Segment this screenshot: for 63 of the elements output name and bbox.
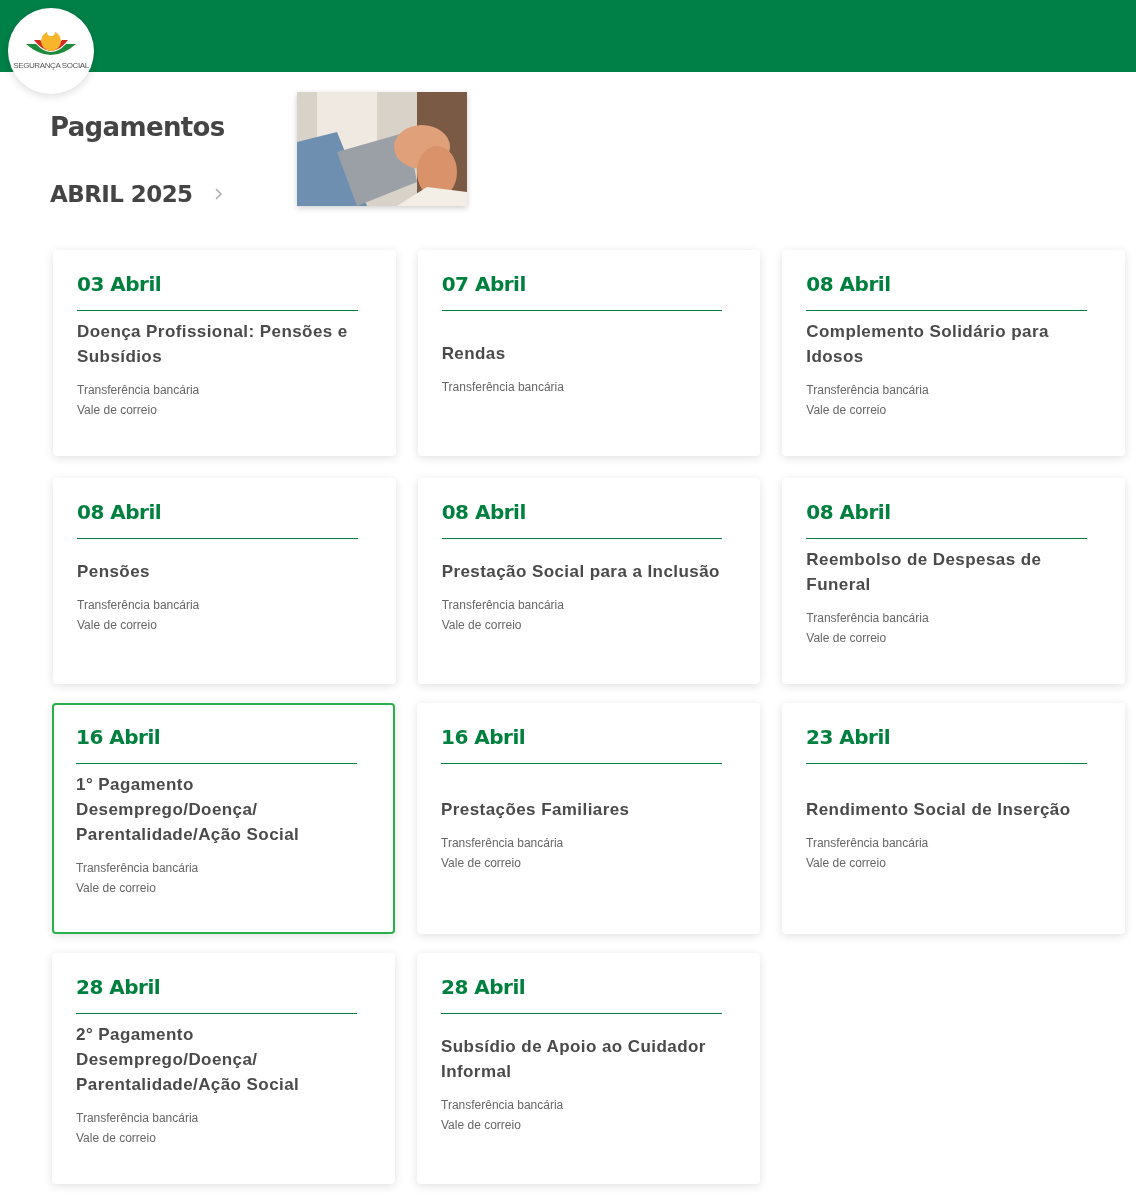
page-title: Pagamentos [50, 111, 226, 144]
payment-method: Vale de correio [806, 854, 887, 872]
payment-card[interactable]: 16 Abril Prestações Familiares Transferência bancária Vale de correio [417, 702, 760, 934]
payment-card[interactable]: 08 Abril Complemento Solidário para Idosos Transferência bancária Vale de correio [782, 249, 1125, 456]
payment-method: Transferência bancária [806, 834, 930, 852]
payment-method: Vale de correio [441, 1117, 522, 1134]
payment-method: Transferência bancária [441, 379, 565, 396]
payment-card[interactable]: 08 Abril Pensões Transferência bancária Vale de correio [53, 477, 396, 684]
payment-method: Transferência bancária [806, 609, 930, 627]
payment-method: Transferência bancária [76, 859, 200, 877]
benefit-title: 2° Pagamento [76, 1023, 195, 1046]
payment-method: Vale de correio [77, 401, 158, 419]
benefit-title: Doença Profissional: Pensões e Subsídios [77, 320, 349, 368]
payment-method: Transferência bancária [441, 597, 565, 614]
payment-date: 28 Abril [76, 973, 162, 1001]
payment-card[interactable]: 08 Abril Prestação Social para a Inclusão Transferência bancária Vale de correio [417, 477, 761, 684]
payment-card[interactable]: 07 Abril Rendas Transferência bancária [417, 249, 761, 456]
logo-text: SEGURANÇA SOCIAL [13, 60, 89, 72]
payment-method: Vale de correio [77, 617, 158, 634]
benefit-title: Rendas [441, 343, 507, 365]
benefit-title: Subsídio de Apoio ao Cuidador Informal [441, 1036, 707, 1083]
payment-date: 08 Abril [806, 270, 892, 298]
benefit-title: Reembolso de Despesas de Funeral [806, 548, 1043, 596]
benefit-title: Parentalidade/Ação Social [76, 823, 301, 846]
payment-date: 08 Abril [806, 498, 892, 526]
payment-method: Transferência bancária [76, 1109, 200, 1127]
month-label: ABRIL 2025 [50, 180, 193, 209]
benefit-title: Desemprego/Doença/ [76, 798, 259, 821]
payment-date: 16 Abril [441, 723, 527, 751]
payment-method: Vale de correio [806, 629, 888, 647]
payment-date: 08 Abril [441, 498, 527, 526]
payment-date: 08 Abril [77, 498, 163, 526]
payment-card[interactable]: 28 Abril 2° Pagamento Desemprego/Doença/ Parentalidade/Ação Social Transferência bancária Vale de correio [52, 952, 395, 1184]
payment-card[interactable]: 28 Abril Subsídio de Apoio ao Cuidador Informal Transferência bancária Vale de correio [417, 952, 760, 1184]
payment-date: 07 Abril [441, 270, 527, 298]
payment-method: Vale de correio [806, 401, 888, 419]
payment-date: 28 Abril [441, 973, 527, 1001]
payment-date: 16 Abril [76, 723, 162, 751]
payment-card[interactable]: 03 Abril Doença Profissional: Pensões e Subsídios Transferência bancária Vale de correio [53, 249, 396, 456]
chevron-right-icon[interactable] [214, 188, 223, 201]
benefit-title: Prestações Familiares [441, 798, 631, 821]
payment-date: 23 Abril [806, 723, 892, 751]
logo-emblem-icon [26, 30, 76, 58]
benefit-title: Prestação Social para a Inclusão [441, 561, 721, 583]
payment-card[interactable]: 23 Abril Rendimento Social de Inserção Transferência bancária Vale de correio [782, 702, 1125, 934]
payment-date: 03 Abril [77, 270, 163, 298]
payment-method: Transferência bancária [441, 1097, 565, 1114]
benefit-title: Complemento Solidário para Idosos [806, 320, 1050, 368]
payment-card[interactable]: 16 Abril 1° Pagamento Desemprego/Doença/ Parentalidade/Ação Social Transferência bancária Vale de correio [52, 702, 395, 934]
payment-method: Transferência bancária [77, 597, 201, 614]
benefit-title: Desemprego/Doença/ [76, 1048, 259, 1071]
payment-method: Transferência bancária [441, 834, 565, 852]
benefit-title: Pensões [77, 561, 151, 583]
payment-method: Transferência bancária [77, 381, 201, 399]
benefit-title: Parentalidade/Ação Social [76, 1073, 301, 1096]
payment-method: Vale de correio [76, 879, 157, 897]
payment-card[interactable]: 08 Abril Reembolso de Despesas de Funeral Transferência bancária Vale de correio [782, 477, 1125, 684]
payment-method: Vale de correio [441, 854, 522, 872]
benefit-title: Rendimento Social de Inserção [806, 798, 1072, 821]
payment-method: Transferência bancária [806, 381, 930, 399]
benefit-title: 1° Pagamento [76, 773, 195, 796]
payment-method: Vale de correio [441, 617, 523, 634]
payment-method: Vale de correio [76, 1129, 157, 1147]
